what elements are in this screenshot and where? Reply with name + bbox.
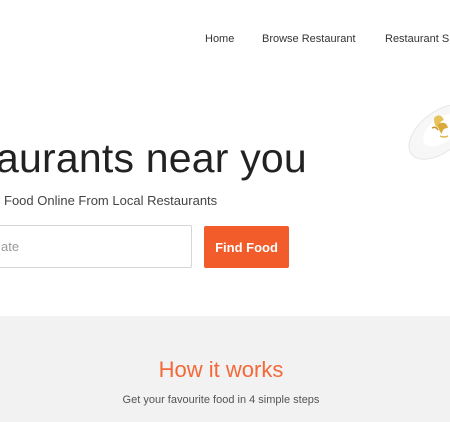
top-navigation: Home Browse Restaurant Restaurant S <box>0 0 450 80</box>
find-food-button[interactable]: Find Food <box>204 226 289 268</box>
how-it-works-title: How it works <box>158 357 284 382</box>
hero-subtitle: Food Online From Local Restaurants <box>4 193 218 208</box>
nav-item-restaurant[interactable]: Restaurant S <box>385 33 449 45</box>
hero-title: aurants near you <box>0 135 307 181</box>
nav-item-browse-restaurant[interactable]: Browse Restaurant <box>262 33 356 45</box>
page: Home Browse Restaurant Restaurant S aura… <box>0 0 450 422</box>
hero-section: aurants near you Food Online From Local … <box>0 80 450 316</box>
nav-item-home[interactable]: Home <box>205 33 234 45</box>
how-it-works-section: How it works Get your favourite food in … <box>0 316 450 422</box>
how-it-works-subtitle: Get your favourite food in 4 simple step… <box>122 394 320 406</box>
search-placeholder: ate <box>1 239 20 254</box>
food-dish-icon <box>408 104 450 160</box>
location-search-input[interactable]: ate <box>0 225 192 268</box>
